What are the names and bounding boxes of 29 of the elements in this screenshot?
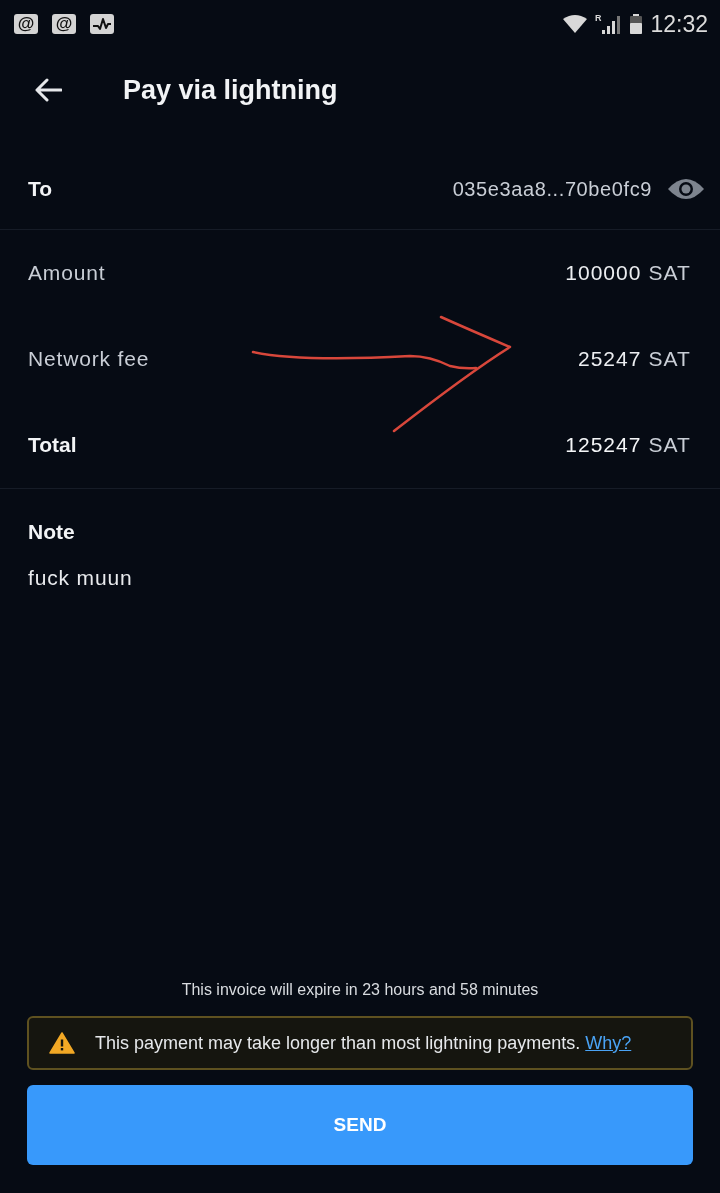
why-link[interactable]: Why?	[585, 1032, 632, 1053]
amount-value: 100000	[565, 260, 642, 287]
expiry-notice: This invoice will expire in 23 hours and 58 minutes	[181, 980, 539, 1000]
unit-label: SAT	[648, 432, 691, 459]
mention-notification-icon: @	[52, 14, 76, 34]
note-text: fuck muun	[28, 565, 133, 591]
unit-label: SAT	[648, 260, 691, 287]
back-arrow-icon	[34, 78, 62, 102]
screen-title: Pay via lightning	[123, 73, 338, 107]
amount-value: 125247	[565, 432, 642, 459]
eye-icon	[668, 176, 704, 201]
battery-icon	[630, 14, 643, 34]
summary-label: Network fee	[28, 346, 150, 373]
roaming-indicator: R	[594, 14, 602, 23]
warning-message: This payment may take longer than most lightning payments. Why?	[95, 1031, 632, 1055]
note-label: Note	[28, 519, 75, 545]
mention-notification-icon: @	[14, 14, 38, 34]
signal-icon	[602, 14, 623, 34]
warning-icon	[49, 1032, 75, 1054]
wifi-icon	[562, 15, 587, 33]
show-address-button[interactable]	[668, 176, 704, 201]
clock-time: 12:32	[650, 12, 708, 36]
activity-notification-icon	[90, 14, 114, 34]
unit-label: SAT	[648, 346, 691, 373]
recipient-label: To	[28, 175, 53, 202]
summary-label: Total	[28, 432, 77, 459]
recipient-address: 035e3aa8...70be0fc9	[452, 176, 652, 202]
summary-label: Amount	[28, 260, 106, 287]
amount-value: 25247	[577, 346, 642, 373]
